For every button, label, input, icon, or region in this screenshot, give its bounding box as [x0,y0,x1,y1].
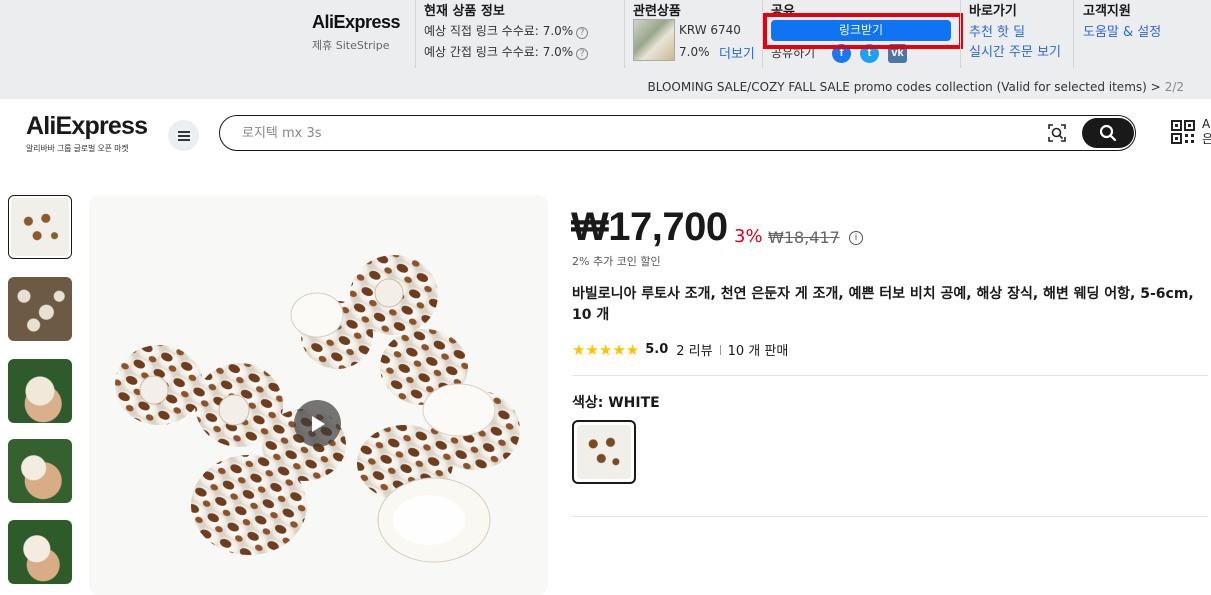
promo-page: 2/2 [1164,80,1184,94]
direct-commission-row: 예상 직접 링크 수수료: 7.0%? [424,22,589,39]
thumbnail-3[interactable] [8,359,72,423]
app-download-line1: A [1202,117,1211,131]
hot-deals-link[interactable]: 추천 핫 딜 [969,21,1025,40]
related-products-title: 관련상품 [633,4,681,19]
indirect-commission-label: 예상 간접 링크 수수료: [424,45,539,59]
related-product-price: KRW 6740 [679,23,741,37]
info-icon[interactable]: i [849,231,863,245]
divider [960,0,961,68]
related-product-thumbnail[interactable] [633,19,675,61]
main-product-image[interactable] [89,195,548,595]
thumbnail-5[interactable] [8,520,72,584]
play-icon [311,415,325,432]
app-download-line2: 은 [1202,132,1211,146]
rating-score: 5.0 [645,342,669,357]
product-title: 바빌로니아 루토사 조개, 천연 은둔자 게 조개, 예쁜 터보 비치 공예, … [572,286,1194,323]
logo-tagline: 알리바바 그룹 글로벌 오픈 마켓 [26,144,129,153]
play-video-button[interactable] [294,400,341,447]
qr-code-icon[interactable] [1171,120,1195,144]
support-title: 고객지원 [1083,4,1131,19]
direct-commission-label: 예상 직접 링크 수수료: [424,24,539,38]
sitestripe-subtitle: 제휴 SiteStripe [312,39,390,52]
thumbnail-1[interactable] [8,195,72,259]
image-search-icon[interactable] [1047,123,1067,143]
shortcut-title: 바로가기 [969,4,1017,19]
color-label: 색상: WHITE [572,395,660,411]
sold-count: 10 개 판매 [727,344,789,359]
promo-text: BLOOMING SALE/COZY FALL SALE promo codes… [647,80,1161,94]
thumbnail-4[interactable] [8,439,72,503]
live-orders-link[interactable]: 실시간 주문 보기 [969,41,1061,60]
sitestripe-logo-text: AliExpress [312,12,401,32]
search-icon [1099,124,1117,142]
discount-percent: 3% [734,226,763,247]
search-bar [219,115,1136,151]
review-count: 2 리뷰 [676,344,713,359]
color-swatch-white[interactable] [572,420,636,484]
sitestripe-bar: AliExpress 제휴 SiteStripe 현재 상품 정보 예상 직접 … [0,0,1211,99]
divider [572,375,1208,376]
sitestripe-logo[interactable]: AliExpress 제휴 SiteStripe [312,12,401,53]
direct-commission-value: 7.0% [542,24,574,38]
indirect-commission-value: 7.0% [542,45,574,59]
search-button[interactable] [1082,118,1134,148]
thumbnail-2[interactable] [8,277,72,341]
divider [1073,0,1074,68]
divider [572,516,1208,517]
seashell-image [89,195,548,595]
divider [415,0,416,68]
divider [624,0,625,68]
help-icon[interactable]: ? [576,48,589,60]
rating-row[interactable]: ★★★★★ 5.0 2 리뷰 10 개 판매 [572,340,789,360]
logo-text: AliExpress [26,112,148,140]
coin-discount: 2% 추가 코인 할인 [572,255,661,268]
divider [719,344,721,355]
current-price: ₩17,700 [571,205,728,249]
aliexpress-logo[interactable]: AliExpress 알리바바 그룹 글로벌 오픈 마켓 [26,112,148,154]
star-rating-icon: ★★★★★ [572,340,640,359]
promo-banner[interactable]: BLOOMING SALE/COZY FALL SALE promo codes… [647,80,1184,94]
more-link[interactable]: 더보기 [719,43,755,62]
app-download-label[interactable]: A 은 [1202,117,1211,147]
indirect-commission-row: 예상 간접 링크 수수료: 7.0%? [424,43,589,60]
search-input[interactable] [242,123,1022,143]
original-price: ₩18,417 [768,228,840,247]
menu-icon[interactable] [168,120,199,151]
related-product-rate: 7.0% [679,45,710,59]
help-settings-link[interactable]: 도움말 & 설정 [1083,21,1161,40]
get-link-button[interactable]: 링크받기 [771,20,951,41]
current-info-title: 현재 상품 정보 [424,4,505,19]
help-icon[interactable]: ? [576,27,589,39]
